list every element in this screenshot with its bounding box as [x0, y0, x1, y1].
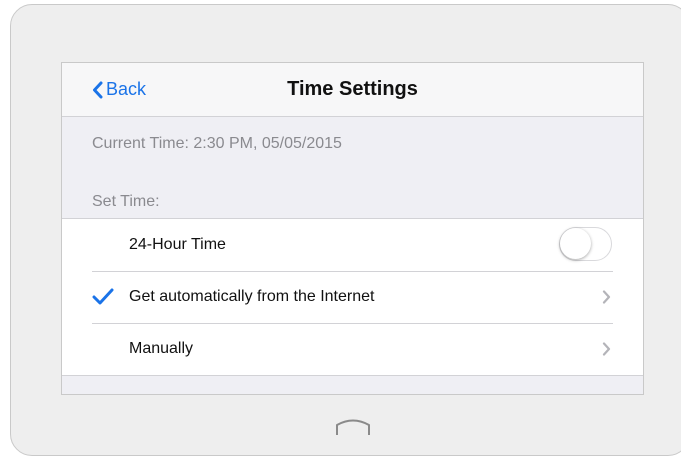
toggle-knob [560, 228, 591, 259]
navigation-bar: Back Time Settings [62, 63, 643, 117]
home-button-icon[interactable] [334, 417, 372, 437]
24-hour-time-label: 24-Hour Time [129, 236, 226, 253]
get-automatically-label: Get automatically from the Internet [129, 288, 375, 305]
row-manually[interactable]: Manually [62, 323, 643, 375]
time-settings-list: 24-Hour Time Get automatically from the … [62, 218, 643, 376]
24-hour-time-toggle[interactable] [559, 227, 612, 261]
row-get-automatically[interactable]: Get automatically from the Internet [62, 271, 643, 323]
checkmark-icon [92, 288, 114, 310]
current-time-text: Current Time: 2:30 PM, 05/05/2015 [92, 135, 342, 152]
chevron-right-icon [602, 290, 611, 309]
set-time-header: Set Time: [92, 193, 160, 210]
screen: Back Time Settings Current Time: 2:30 PM… [61, 62, 644, 395]
manually-label: Manually [129, 340, 194, 357]
chevron-right-icon [602, 342, 611, 361]
row-24-hour-time: 24-Hour Time [62, 219, 643, 271]
page-title: Time Settings [287, 78, 418, 100]
time-info-section: Current Time: 2:30 PM, 05/05/2015 Set Ti… [62, 117, 643, 219]
